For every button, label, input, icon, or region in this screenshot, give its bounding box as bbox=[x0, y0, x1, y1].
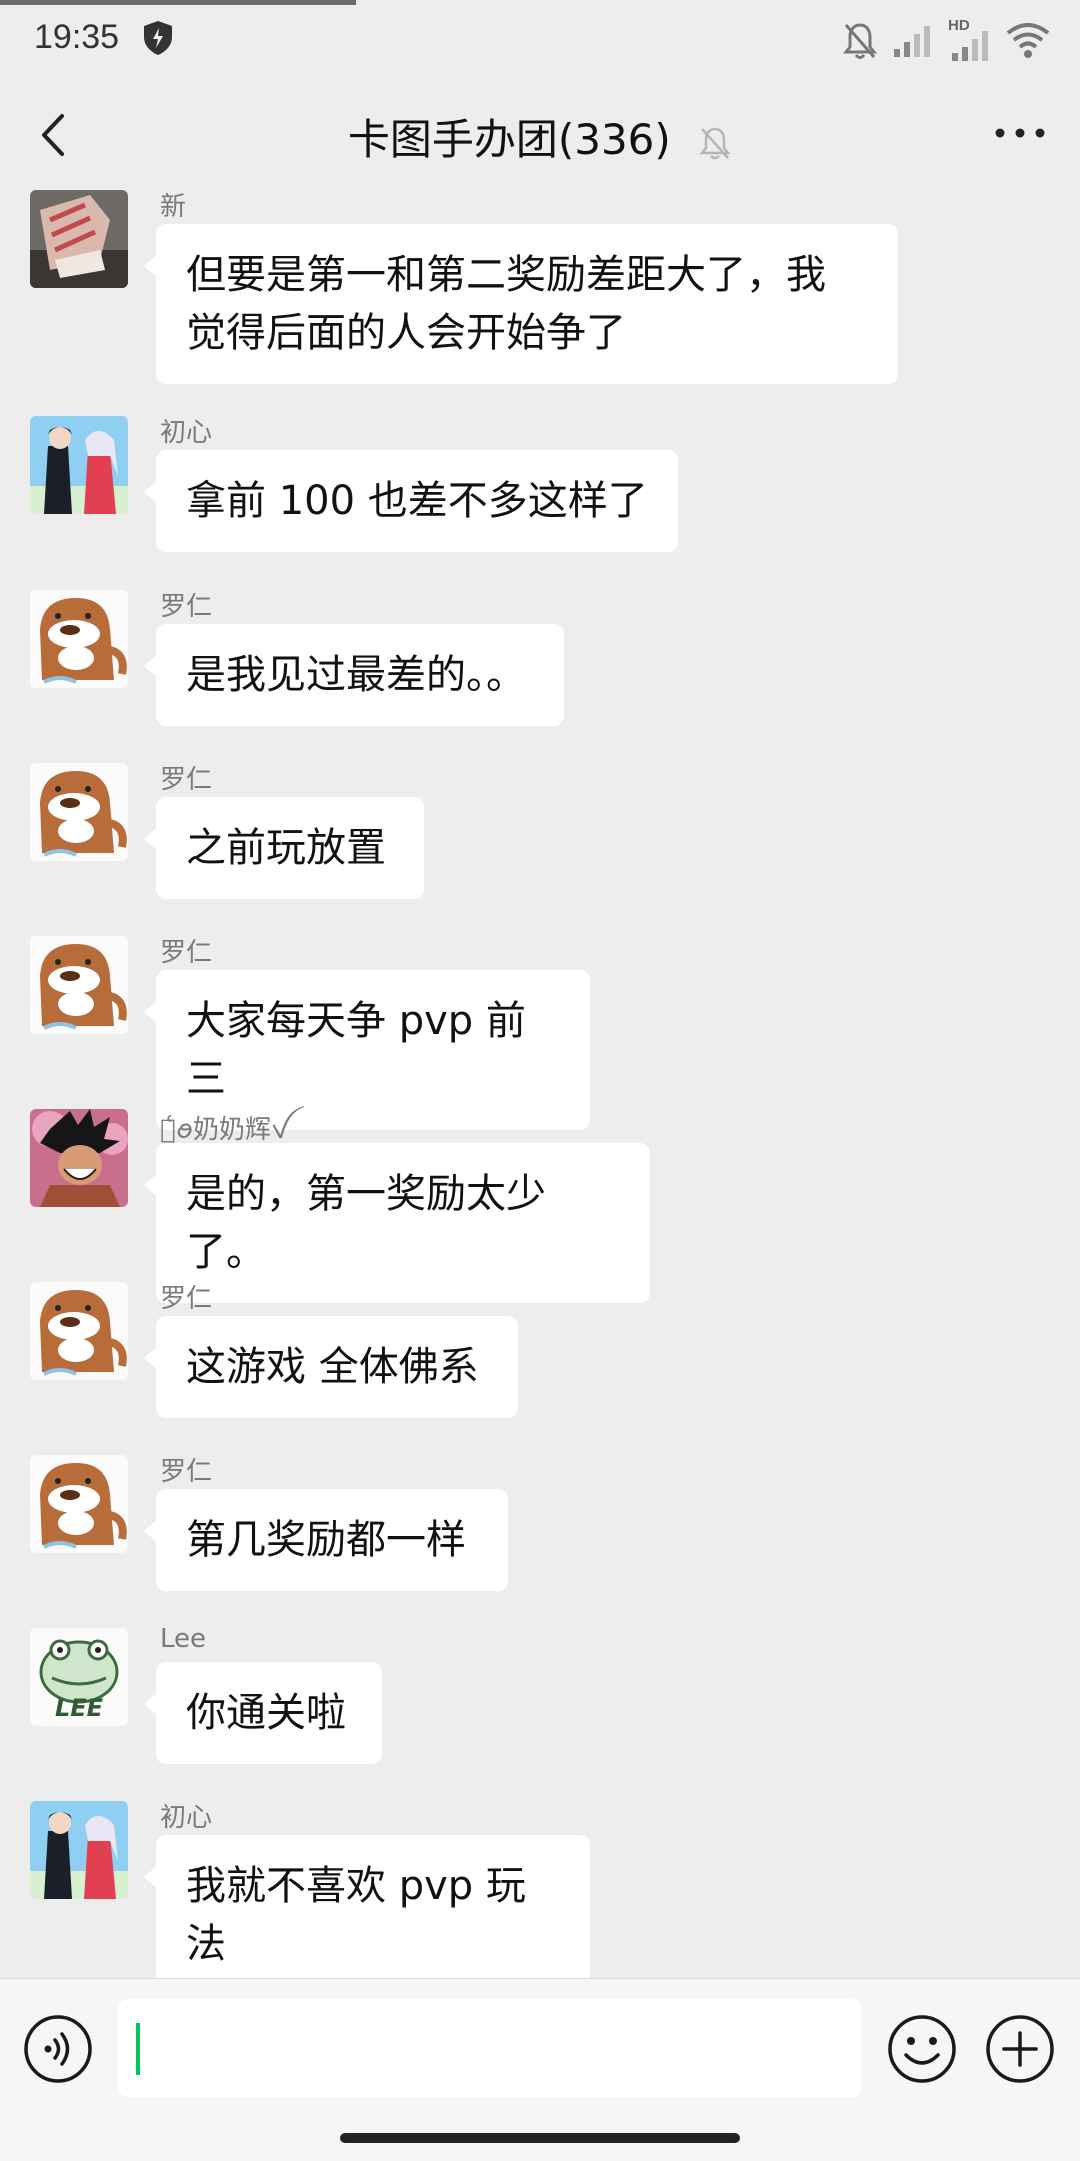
avatar[interactable] bbox=[30, 1455, 128, 1553]
more-dots-icon[interactable] bbox=[990, 108, 1050, 158]
message-bubble[interactable]: 第几奖励都一样 bbox=[144, 1489, 508, 1591]
message-text-line: 大家每天争 pvp 前三 bbox=[186, 998, 526, 1102]
sender-name: 初心 bbox=[160, 1803, 213, 1833]
message-text-line: 觉得后面的人会开始争了 bbox=[186, 310, 626, 356]
message-list[interactable]: 新 但要是第一和第二奖励差距大了，我 觉得后面的人会开始争了 初心 拿前 100… bbox=[0, 190, 1080, 1978]
sender-name: 初心 bbox=[160, 418, 213, 448]
sender-name: 罗仁 bbox=[160, 938, 213, 968]
bell-off-icon bbox=[699, 127, 731, 159]
avatar[interactable] bbox=[30, 763, 128, 861]
chat-title: 卡图手办团(336) bbox=[347, 115, 671, 164]
avatar[interactable] bbox=[30, 416, 128, 514]
svg-text:LEE: LEE bbox=[55, 1694, 104, 1722]
message-text-line: 之前玩放置 bbox=[186, 825, 386, 871]
sender-name: 罗仁 bbox=[160, 592, 213, 622]
bell-off-icon bbox=[842, 23, 878, 59]
chat-title-wrap[interactable]: 卡图手办团(336) bbox=[0, 106, 1080, 167]
avatar[interactable] bbox=[30, 1109, 128, 1207]
status-bar: 19:35 HD bbox=[0, 0, 1080, 80]
wifi-icon bbox=[1006, 23, 1050, 58]
sender-name: 罗仁 bbox=[160, 1284, 213, 1314]
status-icons: HD bbox=[842, 16, 1050, 66]
message-text-line: 第几奖励都一样 bbox=[186, 1517, 466, 1563]
message-text-line: 这游戏 全体佛系 bbox=[186, 1344, 479, 1390]
shield-icon bbox=[144, 21, 172, 55]
message-bubble[interactable]: 拿前 100 也差不多这样了 bbox=[144, 450, 678, 552]
message-text-line: 是我见过最差的。。 bbox=[186, 652, 526, 698]
status-time: 19:35 bbox=[34, 18, 120, 56]
voice-icon[interactable] bbox=[22, 2013, 94, 2085]
message-bubble[interactable]: 我就不喜欢 pvp 玩法 bbox=[144, 1835, 590, 1978]
avatar[interactable] bbox=[30, 190, 128, 288]
avatar[interactable] bbox=[30, 590, 128, 688]
message-text-line: 是的，第一奖励太少了。 bbox=[186, 1171, 546, 1275]
message-bubble[interactable]: 你通关啦 bbox=[144, 1662, 382, 1764]
message-text-line: 你通关啦 bbox=[186, 1690, 346, 1736]
plus-icon[interactable] bbox=[984, 2013, 1056, 2085]
avatar[interactable] bbox=[30, 1801, 128, 1899]
message-bubble[interactable]: 之前玩放置 bbox=[144, 797, 424, 899]
chat-header: 卡图手办团(336) bbox=[0, 80, 1080, 190]
message-bubble[interactable]: 这游戏 全体佛系 bbox=[144, 1316, 518, 1418]
sender-name: 罗仁 bbox=[160, 765, 213, 795]
sender-name: Lee bbox=[160, 1624, 207, 1654]
message-text-line: 我就不喜欢 pvp 玩法 bbox=[186, 1863, 526, 1967]
avatar[interactable] bbox=[30, 936, 128, 1034]
message-input[interactable] bbox=[118, 1999, 862, 2097]
sender-name: 罗仁 bbox=[160, 1457, 213, 1487]
avatar[interactable] bbox=[30, 1282, 128, 1380]
message-text-line: 拿前 100 也差不多这样了 bbox=[186, 478, 648, 524]
sender-name: 新 bbox=[160, 192, 187, 222]
message-bubble[interactable]: 是的，第一奖励太少了。 bbox=[144, 1143, 650, 1303]
text-cursor bbox=[136, 2023, 140, 2075]
message-bubble[interactable]: 但要是第一和第二奖励差距大了，我 觉得后面的人会开始争了 bbox=[144, 224, 898, 384]
home-indicator[interactable] bbox=[340, 2133, 740, 2143]
avatar[interactable]: LEE bbox=[30, 1628, 128, 1726]
message-text-line: 但要是第一和第二奖励差距大了，我 bbox=[186, 252, 826, 298]
message-bubble[interactable]: 是我见过最差的。。 bbox=[144, 624, 564, 726]
emoji-icon[interactable] bbox=[886, 2013, 958, 2085]
signal-hd-icon: HD bbox=[948, 17, 992, 63]
signal-icon bbox=[894, 26, 930, 57]
top-progress-line bbox=[0, 0, 356, 5]
